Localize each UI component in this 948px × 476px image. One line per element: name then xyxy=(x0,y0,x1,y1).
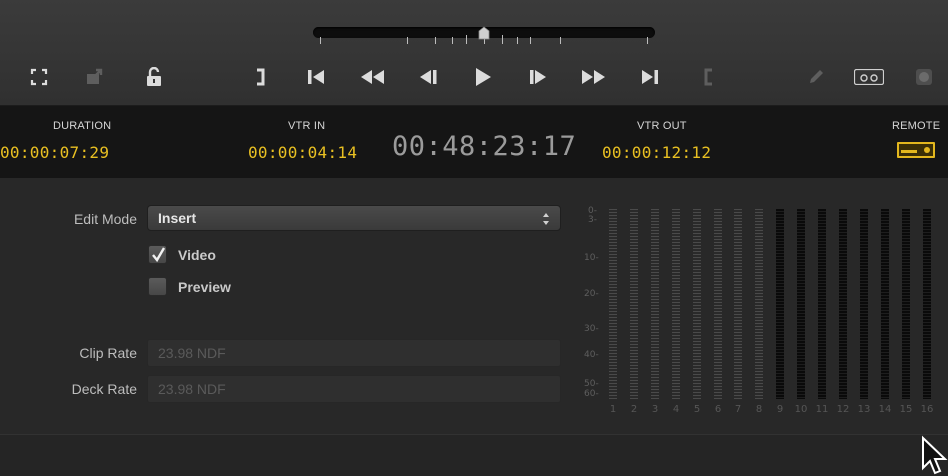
channel-number-label: 5 xyxy=(693,404,701,415)
record-icon[interactable] xyxy=(908,62,940,92)
jog-thumb[interactable] xyxy=(478,26,490,40)
jog-tick xyxy=(452,37,453,44)
audio-meter-channel xyxy=(734,209,742,399)
deck-rate-label: Deck Rate xyxy=(71,381,137,397)
audio-meter-channel xyxy=(797,209,805,399)
channel-number-label: 13 xyxy=(857,404,871,415)
audio-meter-channel xyxy=(755,209,763,399)
meter-scale-label: 30- xyxy=(584,324,599,334)
export-icon[interactable] xyxy=(79,62,111,92)
channel-number-label: 1 xyxy=(609,404,617,415)
fullscreen-icon[interactable] xyxy=(23,62,55,92)
jog-tick xyxy=(517,37,518,44)
remote-label: REMOTE xyxy=(892,120,941,132)
select-arrows-icon xyxy=(543,213,549,225)
video-checkbox[interactable] xyxy=(148,245,167,264)
audio-meter-channel xyxy=(609,209,617,399)
step-back-icon[interactable] xyxy=(412,62,444,92)
edit-mode-select[interactable]: Insert xyxy=(147,205,561,231)
vtr-out-label: VTR OUT xyxy=(637,120,687,132)
audio-meter-channel xyxy=(693,209,701,399)
deck-rate-field: 23.98 NDF xyxy=(147,375,561,403)
channel-number-label: 12 xyxy=(836,404,850,415)
duration-label: DURATION xyxy=(53,120,112,132)
go-to-end-icon[interactable] xyxy=(634,62,666,92)
deck-control-window: DURATION 00:00:07:29 VTR IN 00:00:04:14 … xyxy=(0,0,948,476)
channel-number-label: 3 xyxy=(651,404,659,415)
audio-meter-channel xyxy=(902,209,910,399)
meter-scale-label: 60- xyxy=(584,389,599,399)
mouse-cursor-icon xyxy=(922,435,948,475)
audio-meter-channel xyxy=(714,209,722,399)
channel-number-label: 6 xyxy=(714,404,722,415)
edit-mode-label: Edit Mode xyxy=(73,211,137,227)
jog-tick xyxy=(502,35,503,44)
vtr-in-label: VTR IN xyxy=(288,120,326,132)
transport-toolbar xyxy=(0,0,948,106)
meter-scale-label: 10- xyxy=(584,253,599,263)
pencil-icon[interactable] xyxy=(800,62,832,92)
jog-tick xyxy=(560,37,561,44)
audio-meter-channel xyxy=(672,209,680,399)
mark-out-icon[interactable] xyxy=(244,62,276,92)
audio-meter-channel xyxy=(651,209,659,399)
preview-label: Preview xyxy=(178,279,231,295)
jog-tick xyxy=(647,37,648,44)
meter-scale-label: 3- xyxy=(588,215,597,225)
meter-scale-label: 20- xyxy=(584,289,599,299)
jog-tick xyxy=(466,35,467,44)
channel-number-label: 10 xyxy=(794,404,808,415)
audio-meter-channel xyxy=(860,209,868,399)
jog-tick xyxy=(530,37,531,44)
video-label: Video xyxy=(178,247,216,263)
rewind-icon[interactable] xyxy=(356,62,388,92)
meter-scale-label: 50- xyxy=(584,379,599,389)
audio-meter-channel xyxy=(630,209,638,399)
duration-value: 00:00:07:29 xyxy=(0,143,110,162)
channel-number-label: 2 xyxy=(630,404,638,415)
remote-deck-icon[interactable] xyxy=(897,142,935,158)
jog-tick xyxy=(407,37,408,44)
clip-rate-field: 23.98 NDF xyxy=(147,339,561,367)
channel-number-label: 16 xyxy=(920,404,934,415)
channel-number-label: 8 xyxy=(755,404,763,415)
edit-mode-value: Insert xyxy=(158,210,197,226)
checkmark-icon xyxy=(152,247,166,263)
mark-in-icon[interactable] xyxy=(693,62,725,92)
audio-meter-channel xyxy=(818,209,826,399)
clip-rate-label: Clip Rate xyxy=(79,345,137,361)
audio-meter-channel xyxy=(839,209,847,399)
channel-number-label: 11 xyxy=(815,404,829,415)
play-icon[interactable] xyxy=(467,62,499,92)
fast-forward-icon[interactable] xyxy=(578,62,610,92)
audio-meter-channel xyxy=(923,209,931,399)
channel-number-label: 15 xyxy=(899,404,913,415)
preview-checkbox[interactable] xyxy=(148,277,167,296)
audio-meter-channel xyxy=(776,209,784,399)
meter-scale-label: 40- xyxy=(584,350,599,360)
jog-tick xyxy=(435,37,436,44)
tape-icon[interactable] xyxy=(852,62,886,92)
current-timecode: 00:48:23:17 xyxy=(392,131,577,162)
go-to-start-icon[interactable] xyxy=(300,62,332,92)
status-bar xyxy=(0,434,948,476)
vtr-in-value[interactable]: 00:00:04:14 xyxy=(248,143,357,162)
channel-number-label: 14 xyxy=(878,404,892,415)
channel-number-label: 4 xyxy=(672,404,680,415)
vtr-out-value[interactable]: 00:00:12:12 xyxy=(602,143,711,162)
channel-number-label: 9 xyxy=(776,404,784,415)
jog-tick xyxy=(320,37,321,44)
audio-meter-channel xyxy=(881,209,889,399)
unlock-icon[interactable] xyxy=(138,62,170,92)
channel-number-label: 7 xyxy=(734,404,742,415)
step-forward-icon[interactable] xyxy=(522,62,554,92)
